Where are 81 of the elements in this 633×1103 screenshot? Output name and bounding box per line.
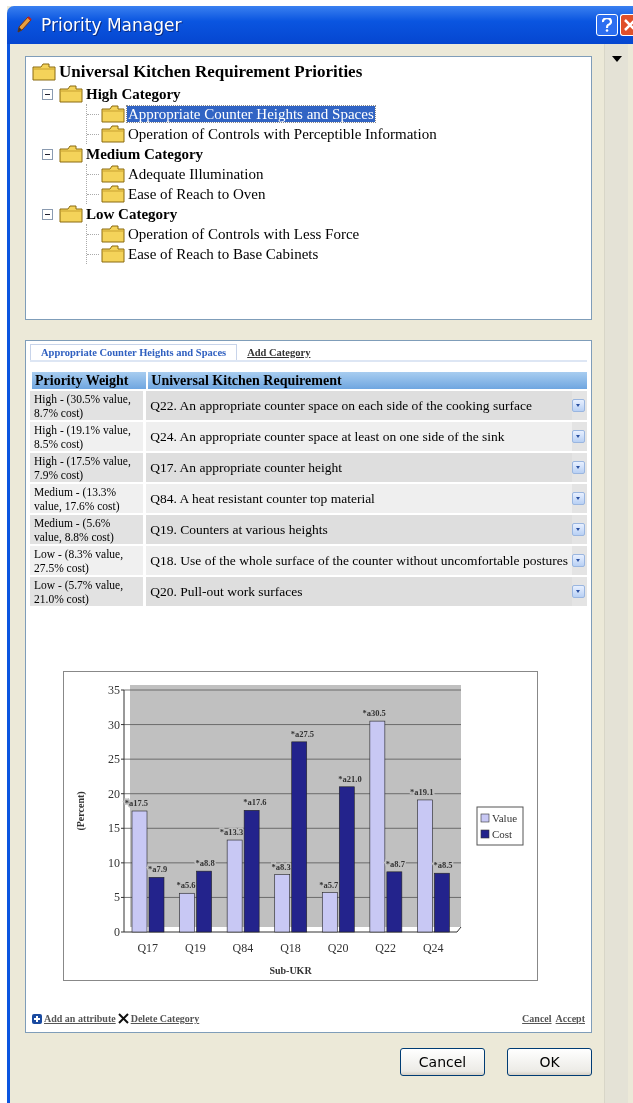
folder-icon xyxy=(101,185,125,203)
category-label: Q20 xyxy=(327,941,349,955)
table-cell: Q17. An appropriate counter height xyxy=(146,453,572,482)
link[interactable]: Cancel xyxy=(522,1013,552,1024)
help-button[interactable] xyxy=(596,14,618,36)
data-label: *a30.5 xyxy=(362,708,386,719)
tree-item[interactable]: Appropriate Counter Heights and Spaces xyxy=(127,106,375,122)
link[interactable]: Add an attribute xyxy=(44,1013,116,1024)
column-header: Priority Weight xyxy=(30,372,147,389)
question-mark-icon xyxy=(602,18,612,32)
close-button[interactable] xyxy=(620,14,633,36)
folder-icon xyxy=(101,105,125,123)
tree-item[interactable]: Ease of Reach to Oven xyxy=(127,186,267,202)
category-label: Q17 xyxy=(137,941,159,955)
category-label: Q22 xyxy=(375,941,396,955)
tick-label: 5 xyxy=(114,890,120,905)
table-cell: Q22. An appropriate counter space on each side of the cooking surface xyxy=(146,391,572,420)
tree-item[interactable]: High Category xyxy=(85,86,182,102)
table-cell: Q18. Use of the whole surface of the counter without uncomfortable postures xyxy=(146,546,572,575)
collapse-icon[interactable] xyxy=(42,148,53,160)
folder-icon xyxy=(101,245,125,263)
folder-icon xyxy=(101,165,125,183)
data-label: *a5.6 xyxy=(176,880,196,891)
collapse-icon[interactable] xyxy=(42,208,53,220)
category-label: Q24 xyxy=(422,941,444,955)
legend-label: Value xyxy=(492,812,518,824)
collapse-icon[interactable] xyxy=(42,88,53,100)
tab[interactable]: Appropriate Counter Heights and Spaces xyxy=(30,344,238,360)
tick-label: 35 xyxy=(108,683,120,697)
legend-label: Cost xyxy=(492,828,513,840)
dialog-button[interactable]: OK xyxy=(507,1048,592,1076)
data-label: *a17.5 xyxy=(124,798,148,808)
folder-icon xyxy=(32,63,56,81)
tick-label: 30 xyxy=(108,717,120,732)
data-label: *a8.3 xyxy=(271,861,291,872)
link[interactable]: Accept xyxy=(555,1013,585,1024)
category-label: Q19 xyxy=(185,941,206,955)
folder-icon xyxy=(59,85,83,103)
tree-item[interactable]: Operation of Controls with Perceptible Information xyxy=(127,126,438,142)
data-label: *a21.0 xyxy=(338,773,362,784)
tab[interactable]: Add Category xyxy=(237,345,321,360)
tick-label: 10 xyxy=(108,855,120,870)
data-label: *a13.3 xyxy=(219,827,244,838)
table-cell: Q84. A heat resistant counter top material xyxy=(146,484,572,513)
folder-icon xyxy=(101,225,125,243)
window-title: Priority Manager xyxy=(41,15,182,35)
axis-title: (Percent) xyxy=(75,791,86,831)
plus-icon[interactable] xyxy=(32,1013,42,1024)
data-label: *a27.5 xyxy=(290,728,315,739)
tree-item[interactable]: Operation of Controls with Less Force xyxy=(127,226,361,242)
delete-icon[interactable] xyxy=(117,1013,129,1024)
folder-icon xyxy=(59,145,83,163)
table-cell: Q20. Pull-out work surfaces xyxy=(146,577,572,606)
table-cell: Q19. Counters at various heights xyxy=(146,515,572,544)
tick-label: 0 xyxy=(114,925,120,939)
column-header: Universal Kitchen Requirement xyxy=(146,372,587,389)
tick-label: 15 xyxy=(108,821,120,836)
data-label: *a5.7 xyxy=(319,879,339,890)
tick-label: 25 xyxy=(108,752,120,767)
data-label: *a17.6 xyxy=(243,797,267,808)
category-label: Q18 xyxy=(280,941,301,955)
tree-item[interactable]: Universal Kitchen Requirement Priorities xyxy=(58,64,364,80)
data-label: *a8.8 xyxy=(195,858,215,869)
tick-label: 20 xyxy=(108,786,120,801)
link[interactable]: Delete Category xyxy=(130,1013,200,1024)
folder-icon xyxy=(101,125,125,143)
data-label: *a19.1 xyxy=(410,786,434,797)
data-label: *a8.7 xyxy=(385,858,405,869)
tree-item[interactable]: Adequate Illumination xyxy=(127,166,265,182)
data-label: *a8.5 xyxy=(433,860,453,871)
data-label: *a7.9 xyxy=(148,864,168,875)
dialog-button[interactable]: Cancel xyxy=(400,1048,485,1076)
tree-item[interactable]: Medium Category xyxy=(85,146,205,162)
category-label: Q84 xyxy=(232,941,254,955)
tree-item[interactable]: Ease of Reach to Base Cabinets xyxy=(127,246,320,262)
pencil-icon xyxy=(15,15,33,35)
folder-icon xyxy=(59,205,83,223)
table-cell: Q24. An appropriate counter space at least on one side of the sink xyxy=(146,422,572,451)
chart-legend xyxy=(476,806,524,846)
axis-title: Sub-UKR xyxy=(269,965,312,976)
tree-item[interactable]: Low Category xyxy=(85,206,179,222)
